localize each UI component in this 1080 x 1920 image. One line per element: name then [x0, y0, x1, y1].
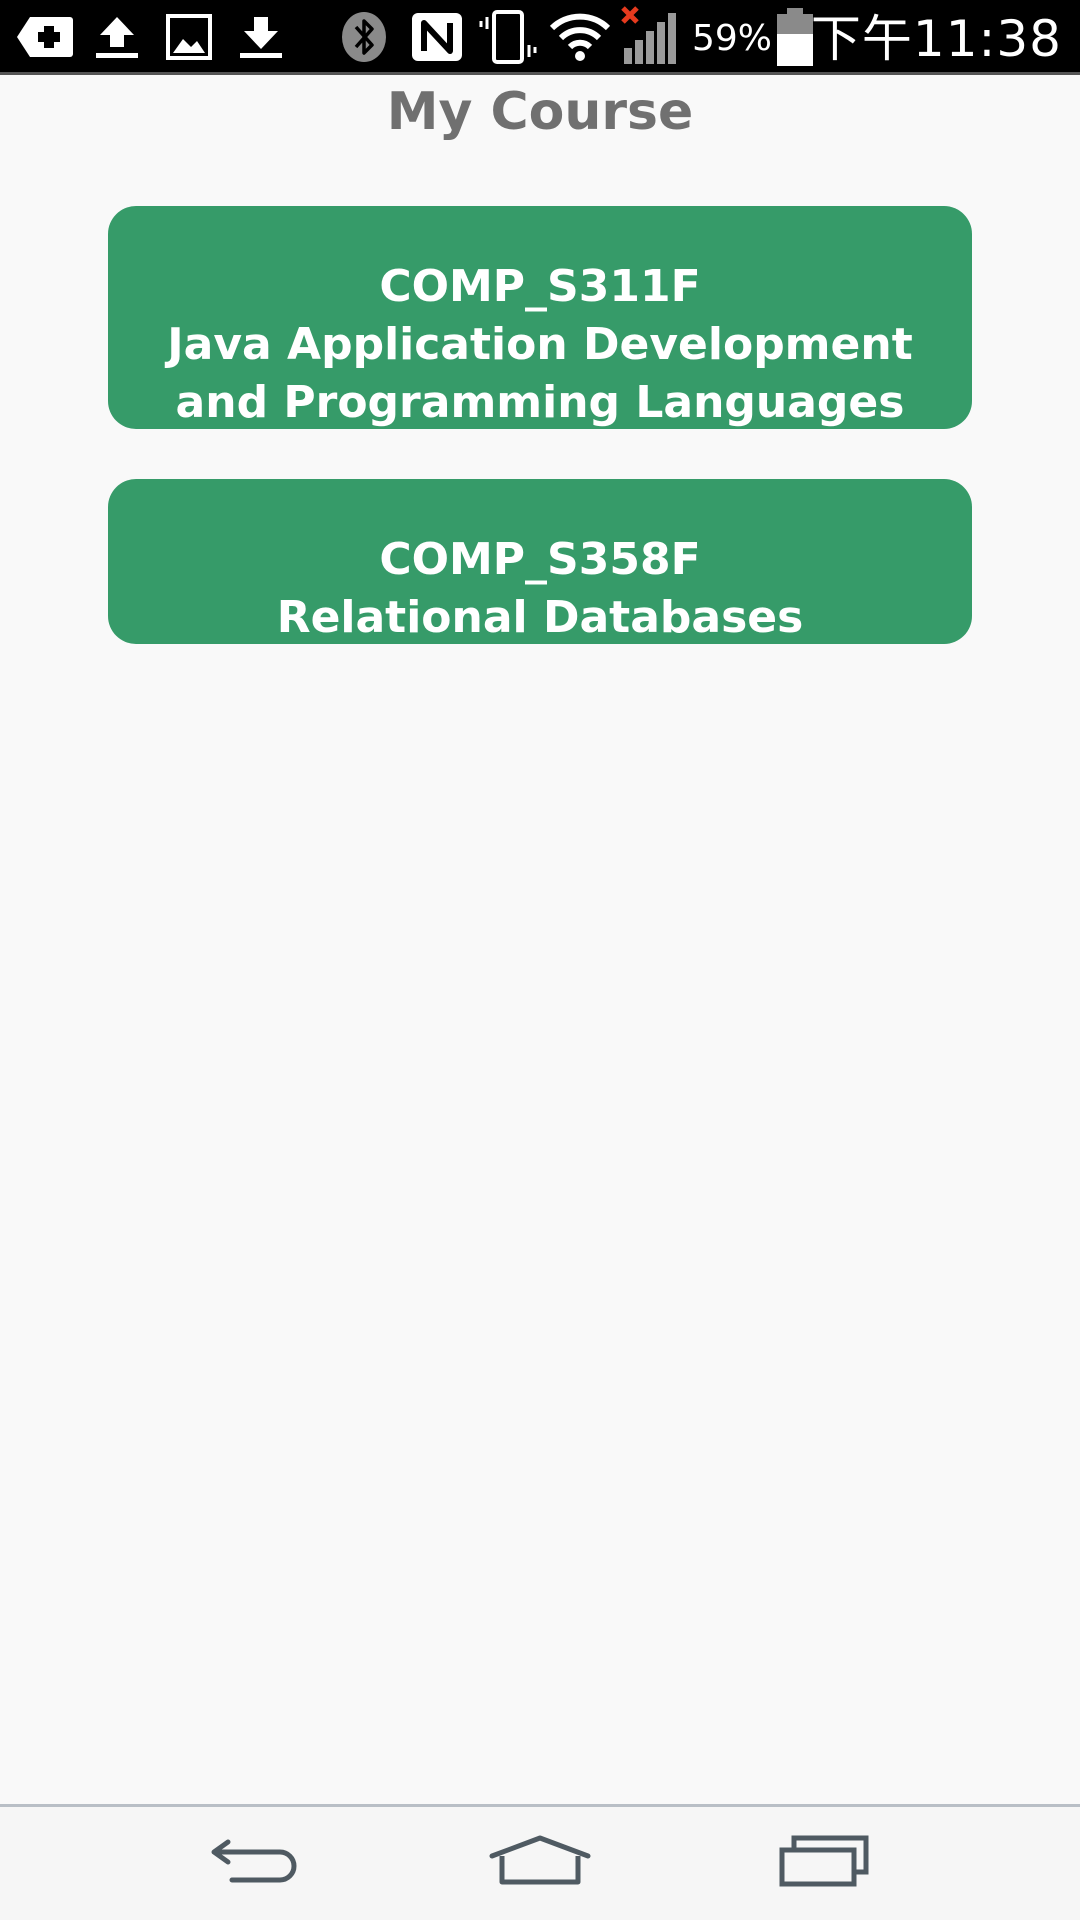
course-card-comp-s358f[interactable]: COMP_S358F Relational Databases — [108, 479, 972, 644]
medical-cross-icon — [16, 10, 74, 64]
course-card-comp-s311f[interactable]: COMP_S311F Java Application Development … — [108, 206, 972, 429]
course-code: COMP_S358F — [379, 534, 701, 585]
home-icon — [488, 1834, 592, 1895]
battery-icon — [776, 8, 814, 66]
course-name-line-1: Relational Databases — [276, 592, 804, 643]
status-clock: 下午11:38 — [810, 10, 1062, 68]
cellular-signal-no-service-icon — [620, 4, 682, 66]
home-button[interactable] — [480, 1829, 600, 1899]
wifi-icon — [548, 10, 612, 64]
image-icon — [165, 10, 213, 64]
download-icon — [234, 10, 288, 64]
course-name-line-1: Java Application Development — [167, 319, 913, 370]
course-code: COMP_S311F — [379, 261, 701, 312]
status-bar: 59% 下午11:38 — [0, 0, 1080, 75]
course-name-line-2: and Programming Languages — [175, 377, 905, 428]
bluetooth-icon — [340, 10, 388, 64]
page-title: My Course — [386, 82, 694, 142]
app-screen: 59% 下午11:38 My Course COMP_S311F Java Ap… — [0, 0, 1080, 1920]
navigation-bar — [0, 1807, 1080, 1920]
back-button[interactable] — [196, 1829, 316, 1899]
nfc-icon — [410, 10, 464, 64]
recent-apps-icon — [776, 1834, 872, 1895]
recent-apps-button[interactable] — [764, 1829, 884, 1899]
battery-percent: 59% — [692, 18, 773, 59]
vibrate-icon — [478, 10, 538, 64]
upload-icon — [90, 10, 144, 64]
back-icon — [208, 1834, 304, 1895]
